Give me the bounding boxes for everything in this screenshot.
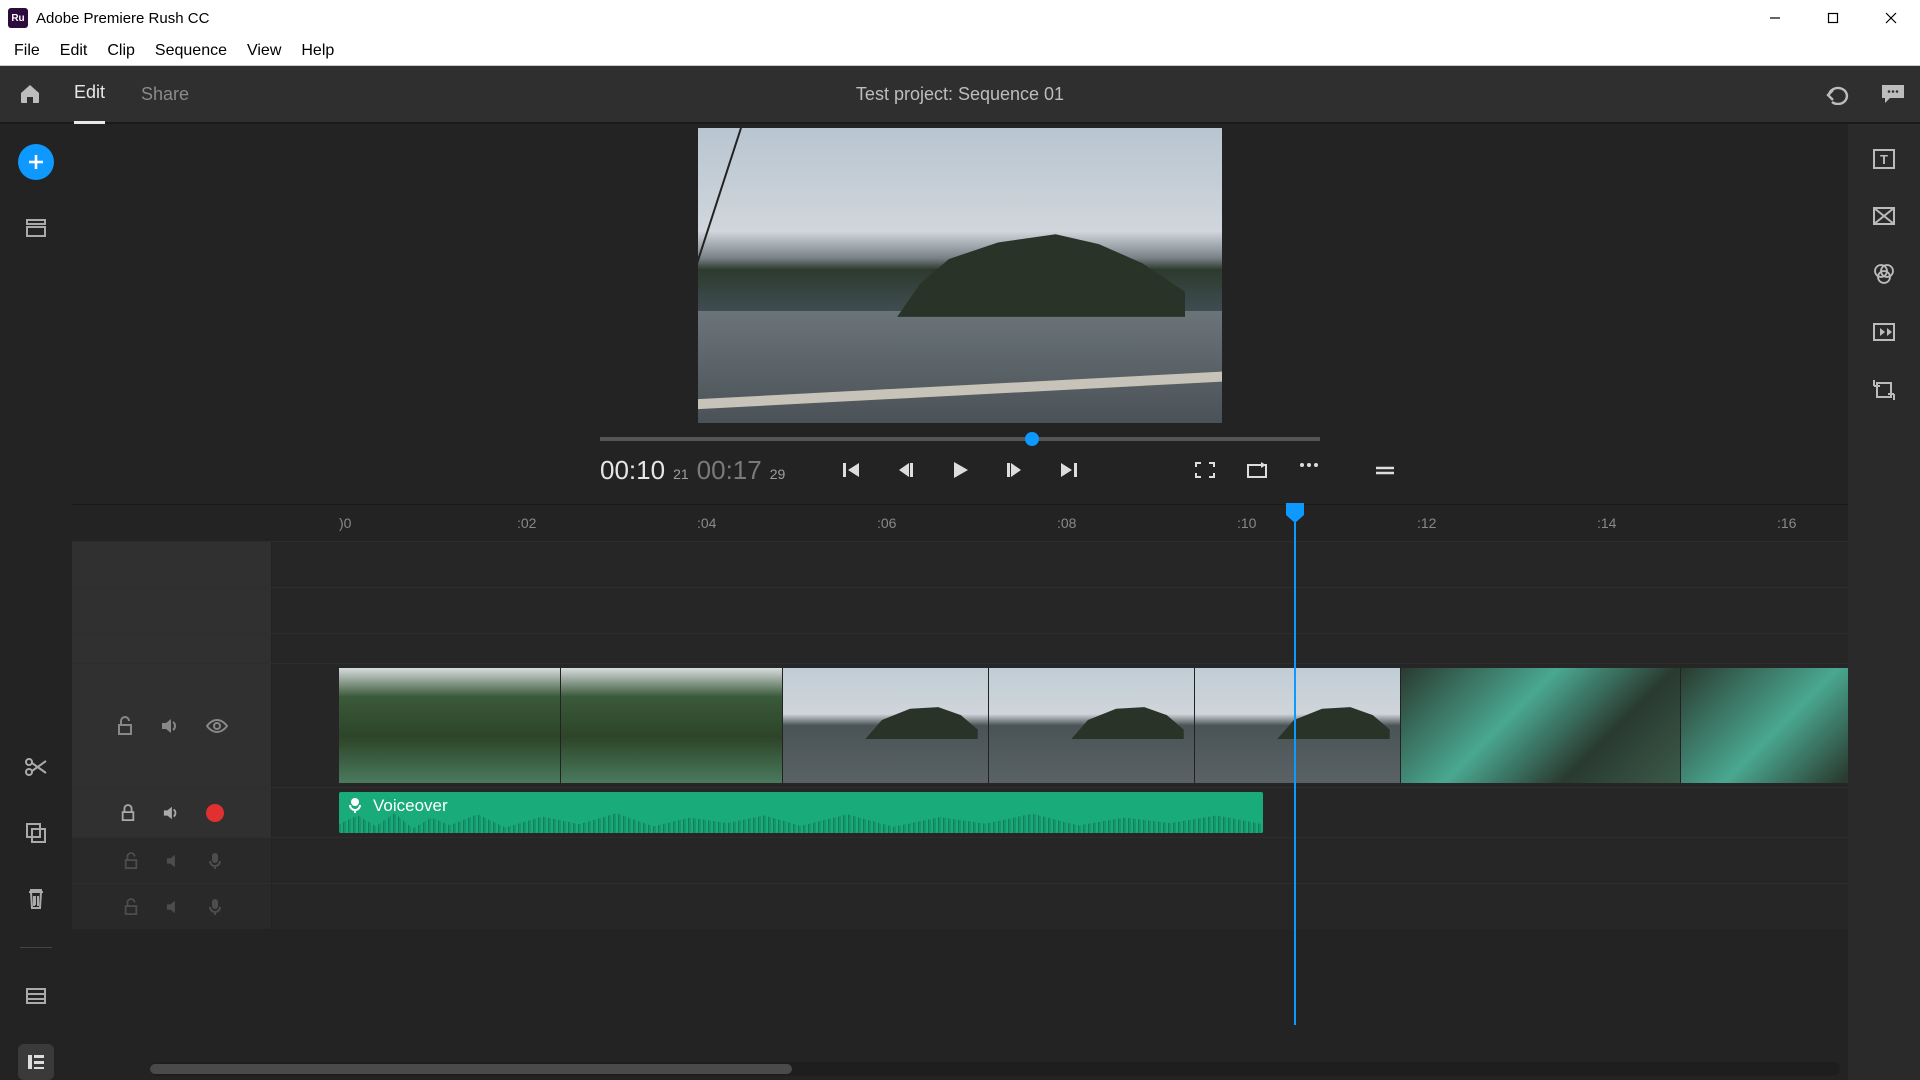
video-preview[interactable] [698, 128, 1222, 423]
voiceover-clip[interactable]: Voiceover [339, 792, 1263, 833]
project-title: Test project: Sequence 01 [856, 84, 1064, 105]
total-time: 00:17 [697, 455, 762, 486]
video-clip-1[interactable] [339, 668, 783, 783]
video-track-3 [72, 587, 1848, 633]
editor-center: 00:10 21 00:17 29 [72, 124, 1848, 1080]
loop-button[interactable] [1246, 461, 1268, 479]
audio-track-1: Voiceover [72, 787, 1848, 837]
ruler-mark: :10 [1237, 515, 1256, 531]
left-toolbar [0, 124, 72, 1080]
transitions-panel-button[interactable] [1872, 206, 1896, 226]
feedback-button[interactable] [1880, 83, 1906, 105]
preview-area: 00:10 21 00:17 29 [72, 124, 1848, 504]
timeline-scrollbar[interactable] [150, 1062, 1840, 1076]
menu-bar: File Edit Clip Sequence View Help [0, 36, 1920, 66]
menu-sequence[interactable]: Sequence [145, 38, 237, 64]
ruler-mark: :02 [517, 515, 536, 531]
ruler-mark: :12 [1417, 515, 1436, 531]
menu-clip[interactable]: Clip [97, 38, 145, 64]
tab-edit[interactable]: Edit [74, 64, 105, 124]
home-button[interactable] [14, 78, 46, 110]
delete-button[interactable] [18, 881, 54, 917]
go-start-button[interactable] [841, 460, 861, 480]
mute-icon[interactable] [160, 717, 180, 735]
svg-text:T: T [1880, 152, 1888, 167]
ruler-mark: :08 [1057, 515, 1076, 531]
mute-icon[interactable] [162, 805, 180, 821]
time-ruler[interactable]: )0 :02 :04 :06 :08 :10 :12 :14 :16 [272, 505, 1848, 541]
menu-help[interactable]: Help [291, 38, 344, 64]
titles-panel-button[interactable]: T [1872, 148, 1896, 170]
menu-edit[interactable]: Edit [50, 38, 98, 64]
timeline-options-button[interactable] [1374, 464, 1396, 476]
audio-track-body[interactable]: Voiceover [272, 788, 1848, 837]
audio-track-2 [72, 837, 1848, 883]
play-button[interactable] [949, 459, 971, 481]
playhead[interactable] [1294, 505, 1296, 1025]
video-track-1 [72, 663, 1848, 787]
video-clip-2-selected[interactable] [783, 668, 1401, 783]
step-forward-button[interactable] [1005, 460, 1025, 480]
mute-icon[interactable] [165, 853, 183, 869]
scrubber-handle[interactable] [1025, 432, 1039, 446]
lock-icon[interactable] [116, 716, 134, 736]
ruler-mark: :16 [1777, 515, 1796, 531]
video-clip-3[interactable] [1401, 668, 1848, 783]
audio-track-3 [72, 883, 1848, 929]
app-header: Edit Share Test project: Sequence 01 [0, 66, 1920, 124]
current-frames: 21 [673, 466, 689, 482]
lock-icon[interactable] [120, 804, 136, 822]
lock-icon[interactable] [123, 852, 139, 870]
add-media-button[interactable] [18, 144, 54, 180]
ruler-mark: :04 [697, 515, 716, 531]
maximize-button[interactable] [1804, 0, 1862, 36]
minimize-button[interactable] [1746, 0, 1804, 36]
current-time: 00:10 [600, 455, 665, 486]
close-button[interactable] [1862, 0, 1920, 36]
video-track-2 [72, 633, 1848, 663]
mic-icon[interactable] [209, 898, 221, 916]
expand-tracks-button[interactable] [18, 978, 54, 1014]
mic-icon[interactable] [209, 852, 221, 870]
project-panel-button[interactable] [18, 210, 54, 246]
control-tracks-button[interactable] [18, 1044, 54, 1080]
transport-controls: 00:10 21 00:17 29 [600, 459, 1320, 481]
menu-file[interactable]: File [4, 38, 50, 64]
color-panel-button[interactable] [1872, 262, 1896, 286]
video-track-body[interactable] [272, 664, 1848, 787]
ruler-mark: :06 [877, 515, 896, 531]
video-track-4 [72, 541, 1848, 587]
ruler-mark: )0 [339, 515, 351, 531]
go-end-button[interactable] [1059, 460, 1079, 480]
menu-view[interactable]: View [237, 38, 291, 64]
duplicate-button[interactable] [18, 815, 54, 851]
mute-icon[interactable] [165, 899, 183, 915]
visibility-icon[interactable] [206, 719, 228, 733]
fullscreen-button[interactable] [1194, 461, 1216, 479]
more-options-button[interactable] [1298, 461, 1320, 479]
total-frames: 29 [770, 466, 786, 482]
audio-clip-label: Voiceover [373, 796, 448, 816]
undo-button[interactable] [1824, 83, 1852, 105]
preview-scrubber[interactable] [600, 437, 1320, 441]
transform-panel-button[interactable] [1872, 378, 1896, 402]
record-button[interactable] [206, 804, 224, 822]
ruler-mark: :14 [1597, 515, 1616, 531]
window-title: Adobe Premiere Rush CC [36, 10, 1746, 27]
right-toolbar: T [1848, 124, 1920, 1080]
split-clip-button[interactable] [18, 749, 54, 785]
scrollbar-thumb[interactable] [150, 1064, 792, 1074]
speed-panel-button[interactable] [1872, 322, 1896, 342]
timecode-display: 00:10 21 00:17 29 [600, 455, 785, 486]
timeline: )0 :02 :04 :06 :08 :10 :12 :14 :16 [72, 504, 1848, 1080]
voiceover-icon [347, 796, 363, 814]
step-back-button[interactable] [895, 460, 915, 480]
lock-icon[interactable] [123, 898, 139, 916]
tab-share[interactable]: Share [141, 66, 189, 123]
app-icon: Ru [8, 8, 28, 28]
window-titlebar: Ru Adobe Premiere Rush CC [0, 0, 1920, 36]
